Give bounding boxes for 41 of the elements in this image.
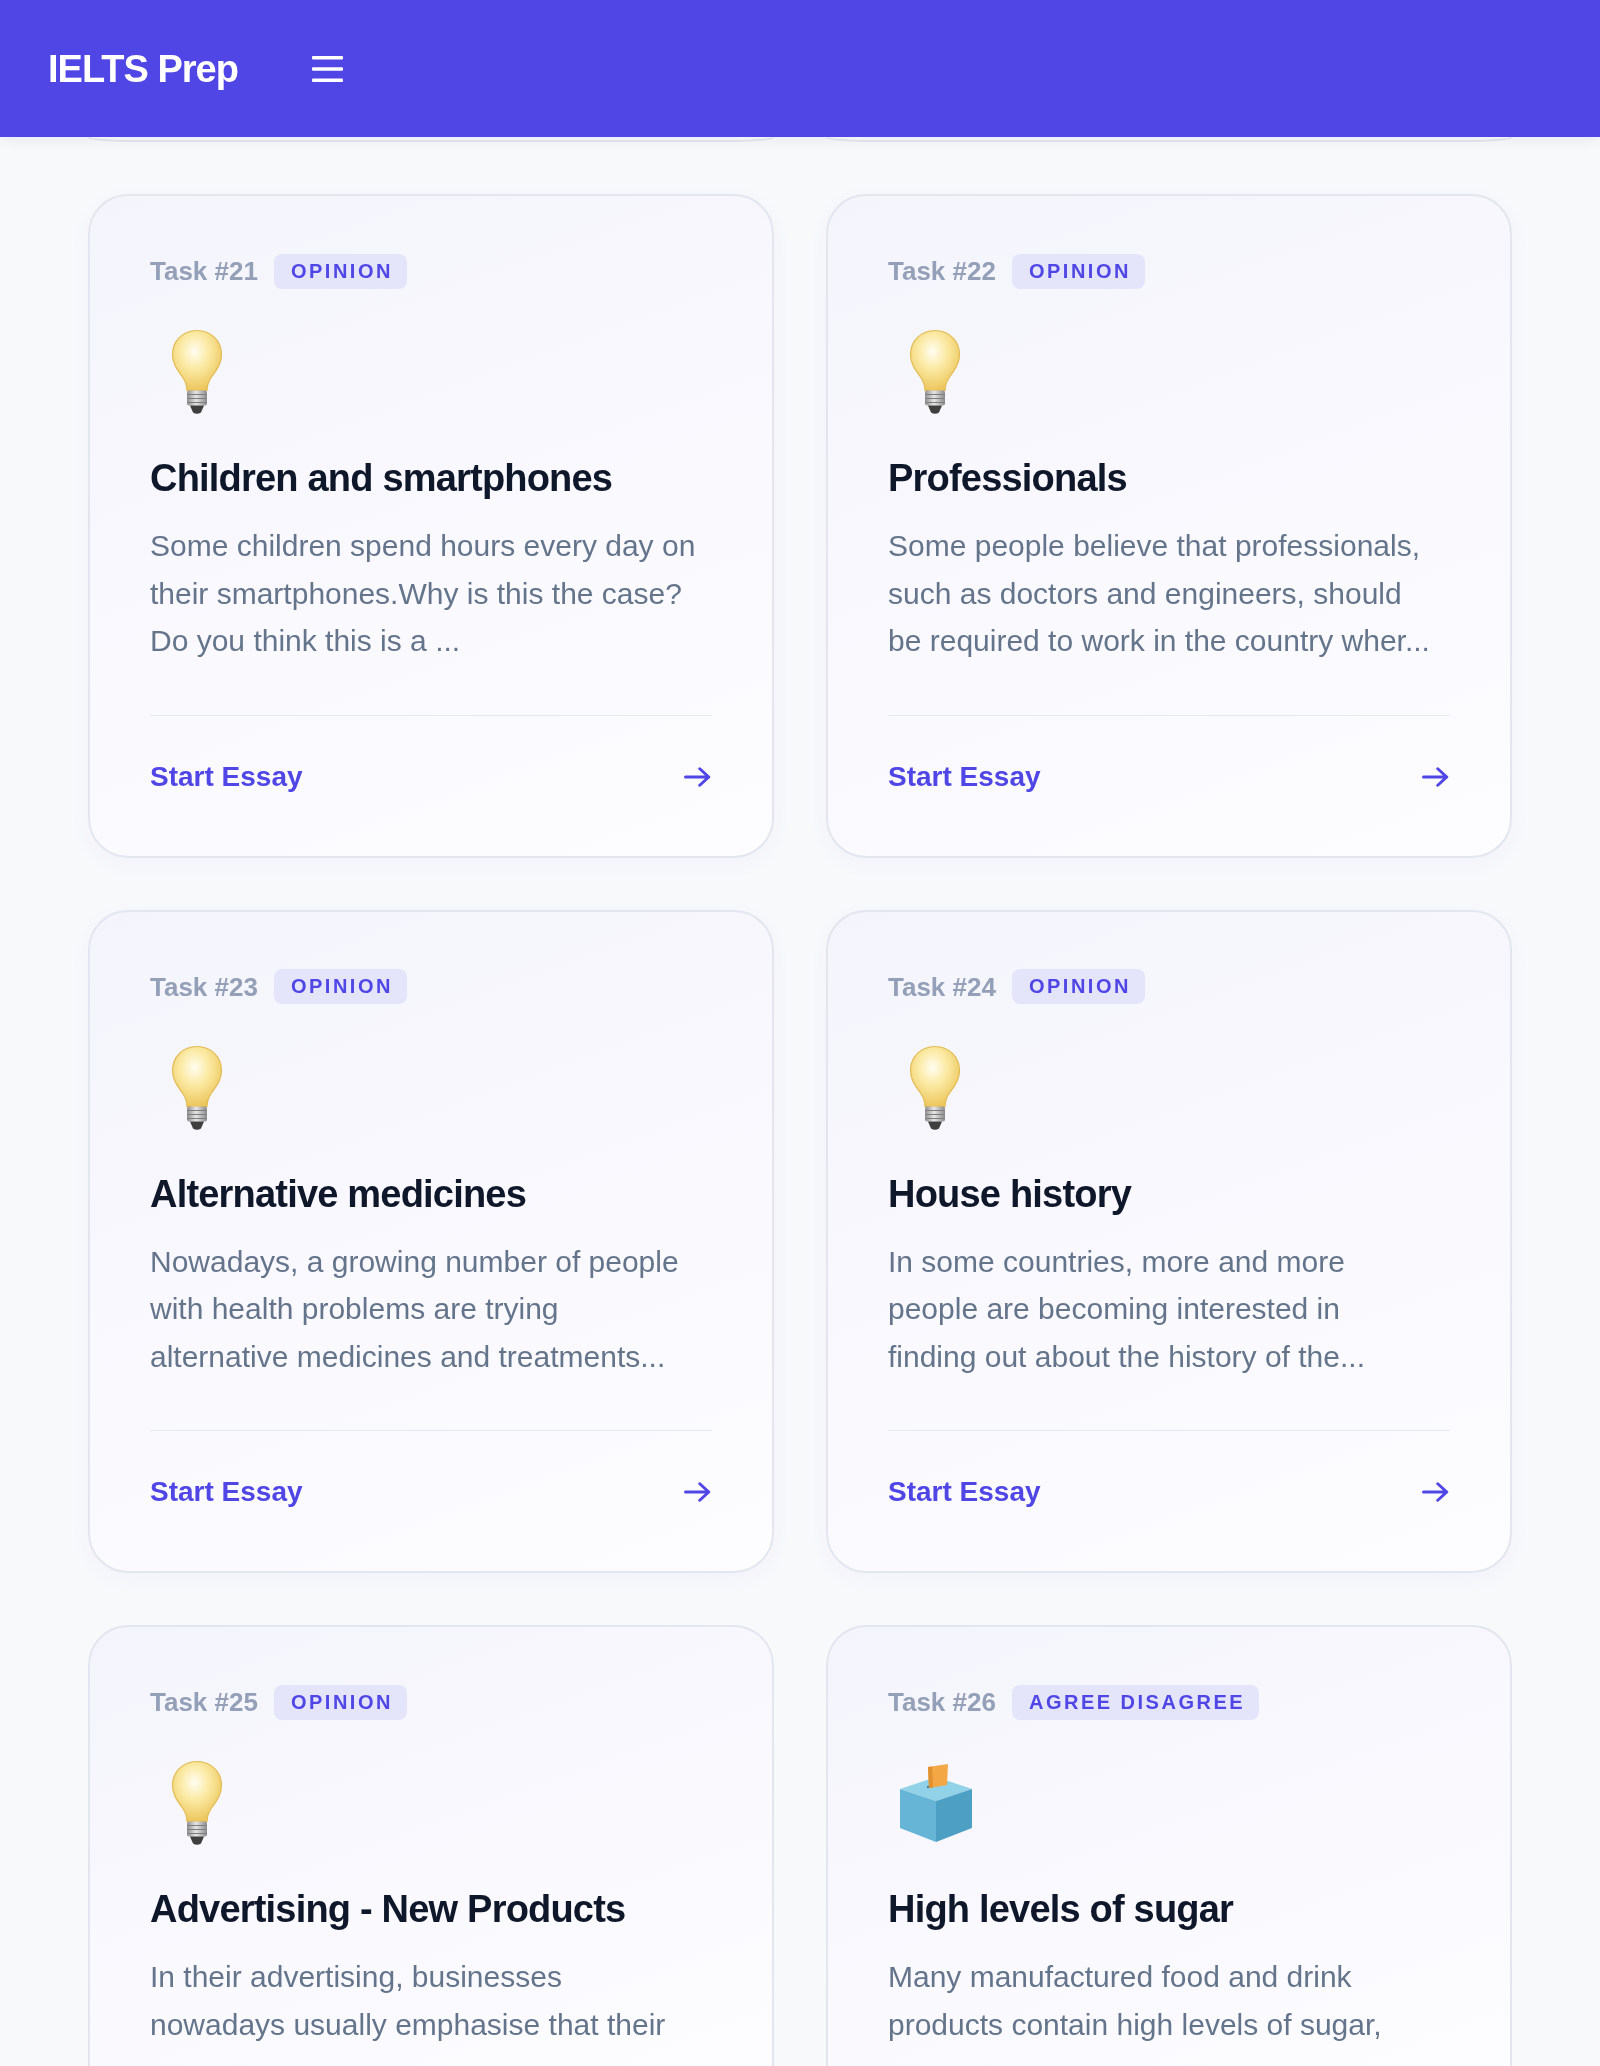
app-title[interactable]: IELTS Prep xyxy=(48,45,238,92)
task-number: Task #25 xyxy=(150,1686,258,1719)
task-description: Many manufactured food and drink products contain high levels of sugar, xyxy=(888,1959,1383,2043)
menu-button[interactable] xyxy=(311,55,343,82)
light-bulb-icon xyxy=(171,1044,223,1131)
light-bulb-icon xyxy=(909,1044,961,1131)
task-number: Task #24 xyxy=(888,970,996,1004)
arrow-right-icon xyxy=(1422,1482,1449,1502)
light-bulb-icon xyxy=(909,329,961,415)
category-tag: OPINION xyxy=(273,1684,407,1720)
start-essay-link[interactable]: Start Essay xyxy=(888,759,1450,794)
category-tag: OPINION xyxy=(273,969,407,1004)
start-essay-link[interactable]: Start Essay xyxy=(888,1475,1450,1509)
task-number: Task #26 xyxy=(888,1686,996,1719)
start-essay-link[interactable]: Start Essay xyxy=(150,759,712,794)
task-title: Advertising - New Products xyxy=(150,1887,627,1932)
task-number: Task #23 xyxy=(150,970,258,1004)
task-number: Task #21 xyxy=(150,255,258,288)
task-description: In some countries, more and more people are becoming interested in finding out about the history of the... xyxy=(888,1243,1366,1375)
category-tag: OPINION xyxy=(273,253,407,289)
light-bulb-icon xyxy=(171,329,223,415)
task-description: In their advertising, businesses nowadays usually emphasise that their xyxy=(150,1959,667,2043)
task-title: House history xyxy=(888,1171,1133,1217)
task-title: Alternative medicines xyxy=(150,1171,528,1217)
category-tag: OPINION xyxy=(1011,969,1145,1004)
arrow-right-icon xyxy=(684,766,711,787)
arrow-right-icon xyxy=(684,1482,711,1502)
task-title: Professionals xyxy=(888,456,1128,501)
category-tag: AGREE DISAGREE xyxy=(1011,1684,1260,1720)
start-essay-link[interactable]: Start Essay xyxy=(150,1475,712,1509)
task-description: Nowadays, a growing number of people with health problems are trying alternative medicines and treatments... xyxy=(150,1243,680,1375)
category-tag: OPINION xyxy=(1011,253,1145,289)
task-description: Some children spend hours every day on their smartphones.Why is this the case? Do you think this is a ... xyxy=(150,528,697,659)
task-description: Some people believe that professionals, such as doctors and engineers, should be required to work in the country wher... xyxy=(888,528,1431,659)
arrow-right-icon xyxy=(1422,766,1449,787)
menu-icon xyxy=(311,55,343,82)
light-bulb-icon xyxy=(171,1760,223,1846)
task-number: Task #22 xyxy=(888,255,996,288)
task-title: Children and smartphones xyxy=(150,456,614,501)
task-title: High levels of sugar xyxy=(888,1887,1235,1932)
ballot-box-icon xyxy=(898,1763,974,1843)
